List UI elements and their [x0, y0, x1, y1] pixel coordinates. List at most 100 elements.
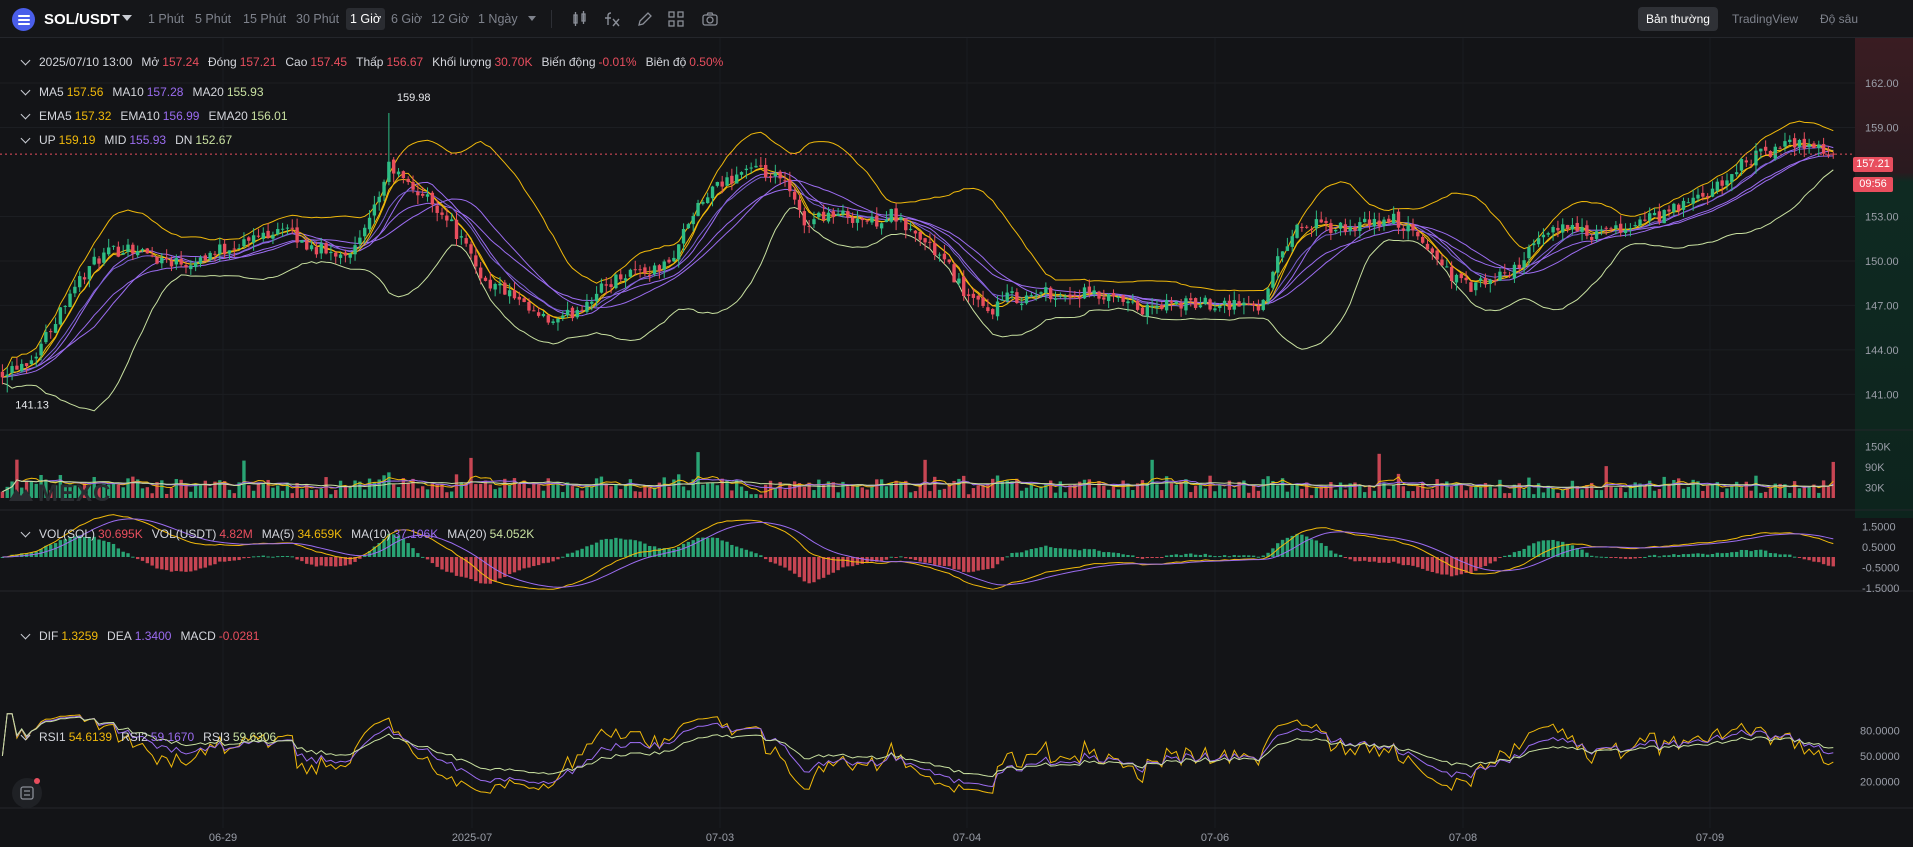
tab-tradingview[interactable]: TradingView: [1724, 7, 1806, 31]
candle-body: [1474, 282, 1478, 291]
timeframe-1h[interactable]: 1 Giờ: [346, 8, 386, 30]
macd-histogram-bar: [1227, 556, 1232, 558]
layout-grid-icon[interactable]: [667, 10, 685, 28]
candle-body: [53, 324, 58, 333]
candle-body: [367, 217, 372, 230]
macd-histogram-bar: [1102, 552, 1106, 557]
macd-histogram-bar: [1179, 555, 1183, 557]
macd-histogram-bar: [541, 557, 546, 564]
mexc-watermark: MEXC: [8, 480, 111, 508]
macd-histogram-bar: [918, 557, 922, 562]
candle-body: [1406, 224, 1410, 232]
macd-label: MACD: [180, 629, 216, 643]
low-value: 156.67: [386, 55, 424, 69]
macd-histogram-bar: [1474, 557, 1478, 571]
candle-body: [1174, 301, 1178, 304]
candle-body: [449, 219, 454, 222]
candle-body: [991, 309, 995, 315]
macd-histogram-bar: [227, 557, 232, 562]
macd-histogram-bar: [1623, 557, 1628, 559]
volume-bar: [1831, 461, 1835, 498]
volume-bar: [860, 487, 864, 498]
timeframe-15m[interactable]: 15 Phút: [239, 8, 290, 30]
rsi1-line: [1, 713, 1834, 794]
macd-histogram-bar: [1725, 552, 1729, 557]
volume-bar: [1247, 492, 1251, 498]
candle-body: [1208, 299, 1212, 310]
price-chart[interactable]: 162.00 159.00 153.00 150.00 147.00 144.00 141.…: [0, 38, 1913, 847]
candle-body: [1116, 297, 1121, 299]
candle-body: [648, 274, 652, 276]
tab-depth[interactable]: Độ sâu: [1812, 7, 1866, 31]
volume-bar: [1343, 489, 1348, 498]
collapse-chevron-icon[interactable]: [20, 730, 31, 741]
volume-bar: [546, 478, 550, 498]
volume-bar: [1362, 492, 1367, 498]
volume-bar: [1193, 485, 1198, 498]
indicator-fx-icon[interactable]: [603, 10, 621, 28]
timeframe-1m[interactable]: 1 Phút: [144, 8, 188, 30]
collapse-chevron-icon[interactable]: [20, 55, 31, 66]
candle-body: [1783, 141, 1787, 147]
timeframe-12h[interactable]: 12 Giờ: [427, 8, 473, 30]
volume-bar: [590, 486, 594, 498]
rsi3-value: 59.6306: [232, 730, 277, 744]
volume-bar: [638, 491, 642, 498]
volume-bar: [319, 488, 323, 498]
collapse-chevron-icon[interactable]: [20, 85, 31, 96]
volume-bar: [1160, 490, 1164, 498]
candle-body: [575, 310, 579, 318]
candle-body: [261, 232, 265, 239]
rsi1-value: 54.6139: [68, 730, 113, 744]
tab-standard[interactable]: Bản thường: [1638, 7, 1718, 31]
candle-body: [266, 230, 270, 238]
candle-body: [744, 168, 749, 171]
macd-histogram-bar: [1483, 557, 1488, 566]
volume-bar: [358, 481, 362, 498]
volume-bar: [1391, 485, 1396, 498]
macd-histogram-bar: [1730, 552, 1734, 557]
volume-bar: [1507, 493, 1512, 498]
macd-histogram-bar: [1218, 556, 1222, 558]
candle-body: [913, 230, 918, 234]
macd-histogram-bar: [237, 557, 241, 561]
macd-histogram-bar: [121, 551, 125, 557]
timeframe-5m[interactable]: 5 Phút: [191, 8, 235, 30]
timeframe-1d[interactable]: 1 Ngày: [474, 8, 522, 30]
candle-body: [411, 182, 415, 190]
camera-icon[interactable]: [701, 10, 719, 28]
volume-bar: [493, 489, 497, 498]
timeframe-6h[interactable]: 6 Giờ: [387, 8, 426, 30]
macd-histogram-bar: [1459, 557, 1463, 575]
symbol-selector[interactable]: SOL/USDT: [44, 11, 120, 28]
macd-histogram-bar: [1348, 557, 1352, 560]
collapse-chevron-icon[interactable]: [20, 629, 31, 640]
collapse-chevron-icon[interactable]: [20, 527, 31, 538]
volume-bar: [382, 475, 386, 498]
candle-body: [34, 356, 38, 359]
macd-histogram-bar: [628, 539, 633, 557]
volume-bar: [1435, 479, 1439, 498]
macd-histogram-bar: [826, 557, 831, 575]
timeframe-30m[interactable]: 30 Phút: [292, 8, 343, 30]
macd-histogram-bar: [763, 557, 768, 560]
macd-histogram-bar: [1068, 549, 1072, 557]
volume-bar: [648, 487, 652, 498]
candle-body: [541, 313, 546, 317]
candle-type-icon[interactable]: [571, 10, 589, 28]
candle-body: [155, 257, 159, 264]
volume-value: 30.70K: [494, 55, 533, 69]
collapse-chevron-icon[interactable]: [20, 133, 31, 144]
volume-bar: [527, 488, 531, 498]
vol-ma10-value: 37.106K: [393, 527, 439, 541]
candle-body: [251, 235, 256, 243]
candle-body: [792, 191, 797, 200]
candle-body: [691, 215, 695, 225]
macd-histogram-bar: [1734, 551, 1739, 557]
macd-histogram-bar: [730, 544, 734, 557]
collapse-chevron-icon[interactable]: [20, 109, 31, 120]
chevron-down-icon[interactable]: [122, 15, 132, 21]
draw-pencil-icon[interactable]: [636, 10, 654, 28]
candle-body: [609, 284, 613, 288]
timeframe-dropdown-icon[interactable]: [528, 16, 536, 21]
